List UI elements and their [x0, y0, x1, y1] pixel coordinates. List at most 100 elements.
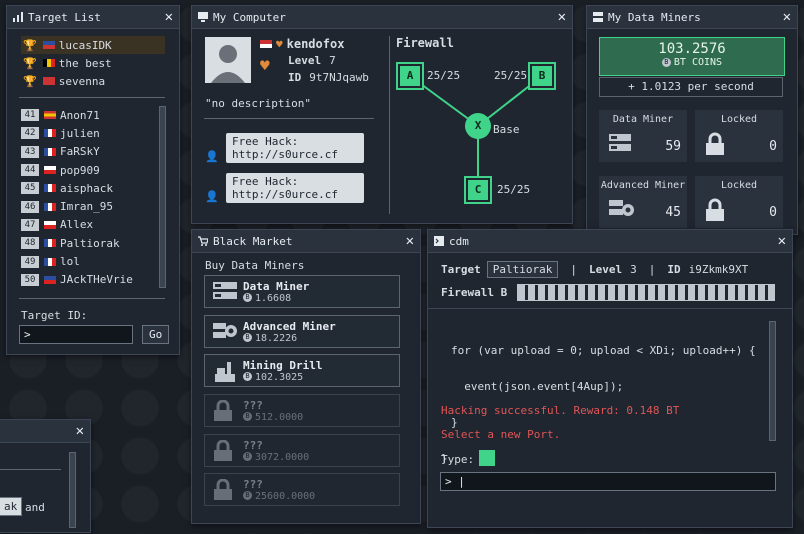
ranked-target-row[interactable]: 42 julien	[21, 124, 151, 142]
rank-number: 45	[21, 182, 39, 195]
market-item-price: 102.3025	[255, 371, 304, 383]
close-icon[interactable]: ✕	[783, 9, 791, 25]
rank-number: 43	[21, 145, 39, 158]
partial-window-scrollbar[interactable]	[69, 452, 76, 528]
partial-window-titlebar[interactable]: ✕	[0, 420, 90, 443]
target-id-label: Target ID:	[21, 309, 88, 322]
ranked-target-row[interactable]: 47 Allex	[21, 216, 151, 234]
coin-icon: B	[661, 57, 671, 67]
ranked-target-row[interactable]: 45 aisphack	[21, 179, 151, 197]
black-market-window: Black Market ✕ Buy Data Miners Data Mine…	[191, 229, 421, 524]
cdm-titlebar[interactable]: cdm ✕	[428, 230, 792, 253]
flag-icon	[44, 111, 56, 120]
message-avatar-icon: 👤	[205, 190, 219, 203]
market-item-locked[interactable]: ??? B 3072.0000	[204, 434, 400, 467]
message-bubble: Free Hack: http://s0urce.cf	[226, 173, 364, 203]
close-icon[interactable]: ✕	[406, 233, 414, 249]
server-icon	[593, 12, 603, 22]
trophy-silver-icon: 🏆	[23, 56, 37, 70]
cdm-target-info: Target Paltiorak | Level 3 | ID i9Zkmk9X…	[441, 261, 748, 278]
close-icon[interactable]: ✕	[558, 9, 566, 25]
ranked-target-row[interactable]: 48 Paltiorak	[21, 234, 151, 252]
ranked-target-row[interactable]: 43 FaRSkY	[21, 143, 151, 161]
message-link[interactable]: http://s0urce.cf	[232, 148, 358, 161]
user-description: "no description"	[205, 97, 311, 110]
flag-icon	[44, 220, 56, 229]
close-icon[interactable]: ✕	[165, 9, 173, 25]
close-icon[interactable]: ✕	[778, 233, 786, 249]
rank-number: 49	[21, 255, 39, 268]
locked-miner-box: Locked 0	[695, 176, 783, 228]
top-target-name: sevenna	[58, 74, 106, 88]
firewall-progress-label: Firewall B	[441, 286, 508, 299]
level-label: Level	[288, 54, 322, 67]
type-label: Type:	[441, 453, 475, 466]
black-market-titlebar[interactable]: Black Market ✕	[192, 230, 420, 253]
top-target-3[interactable]: 🏆 sevenna	[21, 72, 165, 90]
market-item-mining-drill[interactable]: Mining Drill B 102.3025	[204, 354, 400, 387]
miner-box-value: 0	[769, 205, 777, 220]
market-item-locked[interactable]: ??? B 25600.0000	[204, 473, 400, 506]
mining-rate: + 1.0123 per second	[599, 77, 783, 97]
message-link[interactable]: http://s0urce.cf	[232, 188, 358, 201]
market-item-locked[interactable]: ??? B 512.0000	[204, 394, 400, 427]
market-item-name: Advanced Miner	[243, 319, 336, 333]
flag-icon	[260, 40, 272, 48]
target-list-titlebar[interactable]: Target List ✕	[7, 6, 179, 29]
close-icon[interactable]: ✕	[76, 423, 84, 439]
firewall-node-x-value: Base	[493, 123, 520, 136]
firewall-node-a[interactable]: A	[400, 66, 420, 86]
ranked-target-name: lol	[60, 255, 80, 269]
market-item-name: ???	[243, 438, 263, 452]
target-id-input[interactable]: >	[19, 325, 133, 344]
server-icon	[609, 134, 631, 155]
ranked-target-row[interactable]: 46 Imran_95	[21, 197, 151, 215]
data-miner-box: Data Miner 59	[599, 110, 687, 162]
message-bubble: Free Hack: http://s0urce.cf	[226, 133, 364, 163]
market-item-name: ???	[243, 477, 263, 491]
divider	[19, 97, 165, 98]
cdm-title: cdm	[449, 234, 469, 248]
lock-icon	[213, 439, 237, 462]
divider	[0, 469, 61, 470]
firewall-node-c[interactable]: C	[468, 180, 488, 200]
firewall-node-b[interactable]: B	[532, 66, 552, 86]
coin-icon: B	[243, 412, 252, 421]
data-miners-window: My Data Miners ✕ 103.2576 B BT COINS + 1.…	[586, 5, 798, 235]
type-target-word[interactable]	[479, 450, 495, 466]
cdm-scrollbar[interactable]	[769, 321, 776, 441]
market-item-advanced-miner[interactable]: Advanced Miner B 18.2226	[204, 315, 400, 348]
firewall-node-b-value: 25/25	[494, 69, 528, 82]
firewall-node-a-value: 25/25	[427, 69, 461, 82]
flag-icon	[44, 184, 56, 193]
miner-box-value: 45	[665, 205, 681, 220]
rank-number: 50	[21, 273, 39, 286]
partial-window-text: and	[25, 501, 45, 514]
target-list-scrollbar[interactable]	[159, 106, 166, 288]
market-item-price: 3072.0000	[255, 451, 310, 463]
balance-box: 103.2576 B BT COINS	[599, 37, 785, 76]
data-miners-title: My Data Miners	[608, 10, 701, 24]
black-market-title: Black Market	[213, 234, 293, 248]
monitor-icon	[198, 12, 208, 22]
my-computer-titlebar[interactable]: My Computer ✕	[192, 6, 572, 29]
firewall-node-x[interactable]: X	[465, 113, 491, 139]
cdm-command-input[interactable]: > |	[440, 472, 776, 491]
market-item-price: 512.0000	[255, 411, 304, 423]
ranked-target-name: aisphack	[60, 181, 113, 195]
ranked-target-row[interactable]: 50 JAckTHeVrie	[21, 271, 151, 289]
ranked-target-row[interactable]: 49 lol	[21, 252, 151, 270]
go-button[interactable]: Go	[142, 325, 170, 344]
flag-icon	[42, 77, 55, 85]
ranked-target-row[interactable]: 41 Anon71	[21, 106, 151, 124]
select-port-message: Select a new Port.	[441, 428, 561, 441]
market-item-data-miner[interactable]: Data Miner B 1.6608	[204, 275, 400, 308]
ranked-target-name: Imran_95	[60, 200, 113, 214]
ranked-target-name: julien	[60, 126, 100, 140]
top-target-1[interactable]: 🏆 lucasIDK	[21, 36, 165, 54]
top-target-2[interactable]: 🏆 the best	[21, 54, 165, 72]
partial-window-button[interactable]: ak	[0, 497, 23, 516]
separator: |	[570, 263, 577, 276]
data-miners-titlebar[interactable]: My Data Miners ✕	[587, 6, 797, 29]
ranked-target-row[interactable]: 44 pop909	[21, 161, 151, 179]
